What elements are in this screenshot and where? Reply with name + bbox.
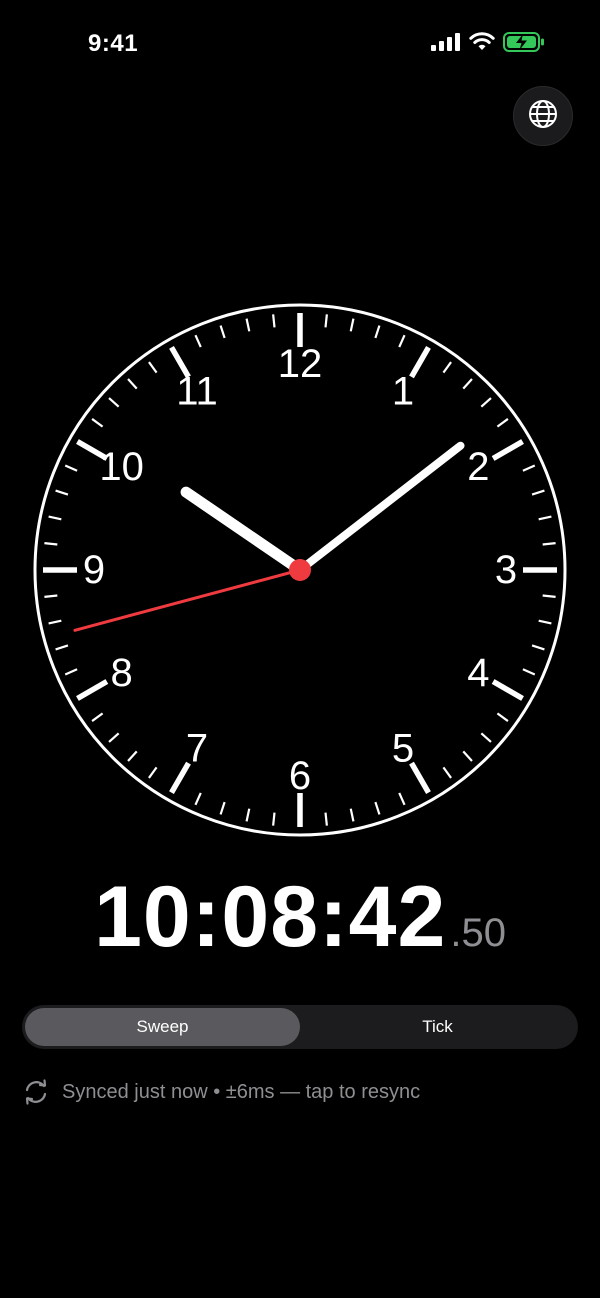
clock-numeral: 12 [278, 342, 323, 386]
clock-numeral: 1 [392, 370, 414, 414]
clock-numeral: 2 [467, 445, 489, 489]
wifi-icon [469, 32, 495, 57]
mode-option-tick[interactable]: Tick [300, 1008, 575, 1046]
digital-time: 10:08:42.50 [0, 868, 600, 967]
clock-numeral: 4 [467, 651, 489, 695]
mode-option-sweep[interactable]: Sweep [25, 1008, 300, 1046]
clock-numeral: 8 [110, 651, 132, 695]
clock-face: 121234567891011 [33, 303, 567, 837]
cellular-signal-icon [431, 33, 461, 56]
globe-button[interactable] [513, 86, 573, 146]
clock-numeral: 10 [99, 445, 144, 489]
minute-tick [272, 812, 276, 826]
clock-numeral: 11 [176, 370, 218, 414]
minute-tick [272, 314, 276, 328]
battery-charging-icon [503, 32, 545, 57]
clock-numeral: 9 [83, 548, 105, 592]
analog-clock: 12 1 2 3 4 5 6 7 8 9 10 11 [32, 302, 568, 838]
minute-tick [44, 542, 58, 546]
minute-tick [542, 542, 556, 546]
clock-numeral: 7 [186, 726, 208, 770]
digital-time-main: 10:08:42 [94, 869, 447, 965]
status-time: 9:41 [88, 30, 139, 57]
status-icons [431, 32, 545, 57]
sync-status[interactable]: Synced just now • ±6ms — tap to resync [22, 1078, 420, 1106]
clock-numeral: 5 [392, 726, 414, 770]
minute-tick [542, 594, 556, 598]
sync-status-text: Synced just now • ±6ms — tap to resync [62, 1080, 421, 1103]
minute-tick [324, 812, 328, 826]
sync-icon [22, 1078, 50, 1106]
digital-time-fraction: .50 [450, 911, 506, 955]
globe-icon [527, 98, 559, 135]
clock-numeral: 6 [289, 754, 311, 798]
minute-tick [44, 594, 58, 598]
minute-tick [324, 314, 328, 328]
mode-segmented-control: Sweep Tick [22, 1005, 578, 1049]
status-bar: 9:41 [0, 0, 600, 90]
center-cap [289, 559, 311, 581]
clock-numeral: 3 [495, 548, 517, 592]
